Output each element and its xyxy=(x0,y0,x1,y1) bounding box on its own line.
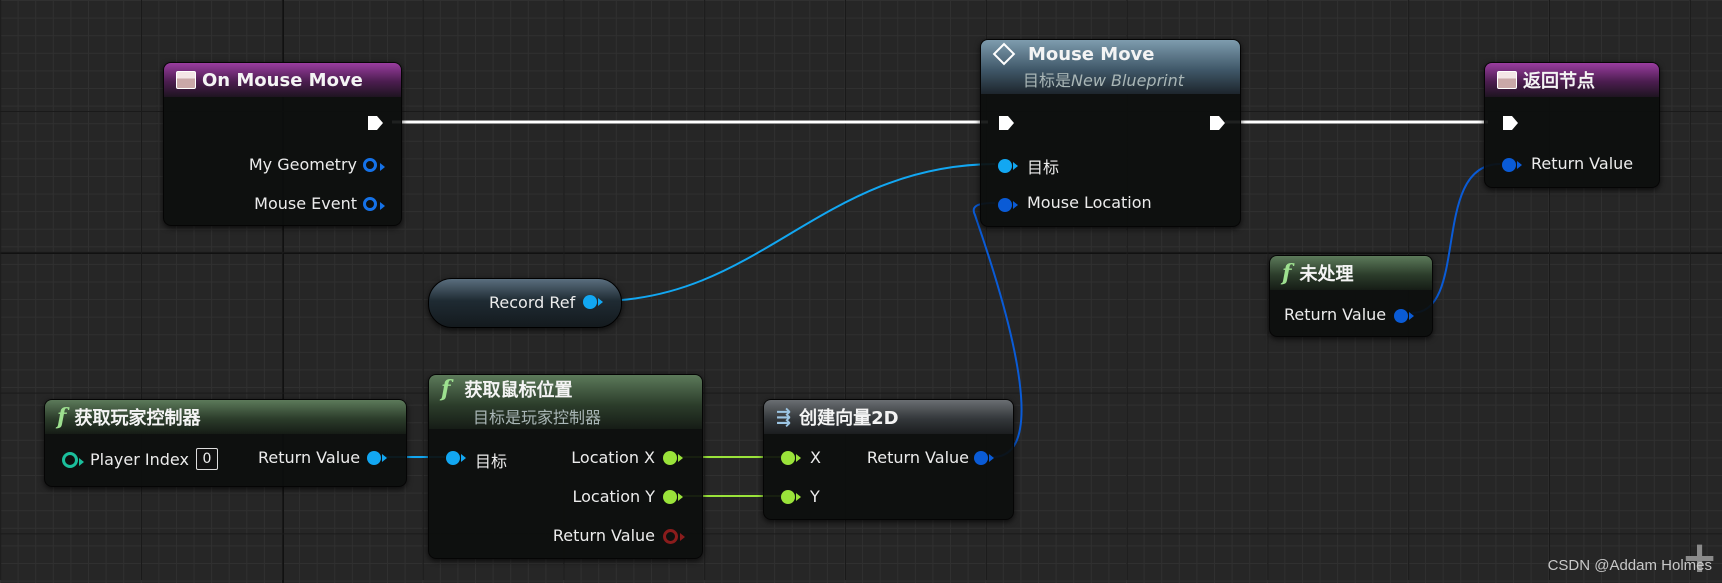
pin-location-y[interactable] xyxy=(663,490,677,504)
pin-arrow xyxy=(678,454,683,462)
pin-record-ref[interactable] xyxy=(583,295,597,309)
pin-y[interactable] xyxy=(781,490,795,504)
node-header: Mouse Move 目标是New Blueprint xyxy=(981,40,1240,94)
pin-arrow xyxy=(1409,312,1414,320)
pin-arrow xyxy=(680,533,685,541)
subtitle-prefix: 目标是 xyxy=(1023,70,1072,90)
make-vector2d-node[interactable]: ⇶ 创建向量2D X Y Return Value xyxy=(763,399,1014,520)
node-header: On Mouse Move xyxy=(164,63,401,97)
record-ref-variable[interactable]: Record Ref xyxy=(428,278,622,328)
node-title: 获取玩家控制器 xyxy=(74,408,201,429)
pin-arrow xyxy=(380,202,385,210)
exec-input-pin[interactable] xyxy=(997,114,1015,132)
message-icon xyxy=(992,42,1016,66)
pin-return-value[interactable] xyxy=(367,451,381,465)
return-node[interactable]: 返回节点 Return Value xyxy=(1484,62,1660,188)
node-header: f 获取玩家控制器 xyxy=(45,400,406,434)
get-player-controller-node[interactable]: f 获取玩家控制器 Player Index 0 Return Value xyxy=(44,399,407,487)
pin-target[interactable] xyxy=(446,451,460,465)
pin-label-return-value: Return Value xyxy=(258,448,361,467)
get-mouse-position-node[interactable]: f 获取鼠标位置 目标是玩家控制器 目标 Location X Location… xyxy=(428,374,703,559)
node-subtitle: 目标是玩家控制器 xyxy=(473,408,602,427)
pin-label-player-index: Player Index xyxy=(90,450,189,469)
pin-return-value[interactable] xyxy=(663,529,678,544)
pin-arrow xyxy=(380,163,385,171)
pin-label-return-value: Return Value xyxy=(1531,154,1634,173)
pin-label-my-geometry: My Geometry xyxy=(248,155,357,174)
node-title: On Mouse Move xyxy=(202,69,363,91)
node-header: f 获取鼠标位置 目标是玩家控制器 xyxy=(429,375,702,429)
vector-icon: ⇶ xyxy=(776,406,792,428)
pin-label-x: X xyxy=(810,448,821,467)
pin-arrow xyxy=(678,493,683,501)
pin-label-mouse-event: Mouse Event xyxy=(254,194,357,213)
node-title: 创建向量2D xyxy=(799,408,899,429)
exec-output-pin[interactable] xyxy=(1208,114,1226,132)
node-title: Mouse Move xyxy=(1028,43,1155,65)
pin-label-return-value: Return Value xyxy=(866,448,969,467)
pin-arrow xyxy=(989,454,994,462)
pin-x[interactable] xyxy=(781,451,795,465)
event-icon xyxy=(176,71,196,89)
mouse-move-node[interactable]: Mouse Move 目标是New Blueprint 目标 Mouse Loc… xyxy=(980,39,1241,227)
node-header: f 未处理 xyxy=(1270,256,1432,290)
function-icon: f xyxy=(1282,260,1292,286)
pin-return-value[interactable] xyxy=(1502,158,1516,172)
pin-location-x[interactable] xyxy=(663,451,677,465)
pin-return-value[interactable] xyxy=(1394,309,1408,323)
node-header: ⇶ 创建向量2D xyxy=(764,400,1013,434)
node-subtitle: 目标是New Blueprint xyxy=(1023,67,1184,91)
pin-arrow xyxy=(461,454,466,462)
pin-label-target: 目标 xyxy=(1027,158,1060,177)
pin-arrow xyxy=(1517,161,1522,169)
pin-mouse-location[interactable] xyxy=(998,198,1012,212)
pin-arrow xyxy=(598,298,603,306)
pin-label-target: 目标 xyxy=(475,452,508,471)
pin-arrow xyxy=(79,458,84,466)
pin-arrow xyxy=(382,454,387,462)
pin-arrow xyxy=(796,454,801,462)
node-title: 未处理 xyxy=(1299,264,1354,285)
node-title: 返回节点 xyxy=(1523,71,1595,92)
pin-label-location-y: Location Y xyxy=(572,487,655,506)
function-icon: f xyxy=(57,404,67,430)
pin-label-location-x: Location X xyxy=(571,448,655,467)
pin-label-y: Y xyxy=(810,487,820,506)
player-index-input[interactable]: 0 xyxy=(196,448,218,470)
pin-my-geometry[interactable] xyxy=(363,158,377,172)
pin-label-mouse-location: Mouse Location xyxy=(1027,193,1152,212)
subtitle-target: New Blueprint xyxy=(1071,70,1184,90)
pin-arrow xyxy=(1013,201,1018,209)
variable-label: Record Ref xyxy=(489,293,576,312)
on-mouse-move-node[interactable]: On Mouse Move My Geometry Mouse Event xyxy=(163,62,402,226)
exec-input-pin[interactable] xyxy=(1501,114,1519,132)
pin-arrow xyxy=(796,493,801,501)
pin-label-return-value: Return Value xyxy=(552,526,655,545)
pin-player-index[interactable] xyxy=(62,452,78,468)
function-icon: f xyxy=(441,376,451,402)
pin-mouse-event[interactable] xyxy=(363,197,377,211)
watermark: CSDN @Addam Holmes xyxy=(1547,557,1712,574)
pin-label-return-value: Return Value xyxy=(1284,305,1387,324)
exec-output-pin[interactable] xyxy=(366,114,384,132)
pin-arrow xyxy=(1013,162,1018,170)
unhandled-node[interactable]: f 未处理 Return Value xyxy=(1269,255,1433,337)
pin-return-value[interactable] xyxy=(974,451,988,465)
event-icon xyxy=(1497,71,1517,89)
node-title: 获取鼠标位置 xyxy=(464,380,573,401)
pin-target[interactable] xyxy=(998,159,1012,173)
node-header: 返回节点 xyxy=(1485,63,1659,97)
object-wire-record xyxy=(597,163,996,302)
